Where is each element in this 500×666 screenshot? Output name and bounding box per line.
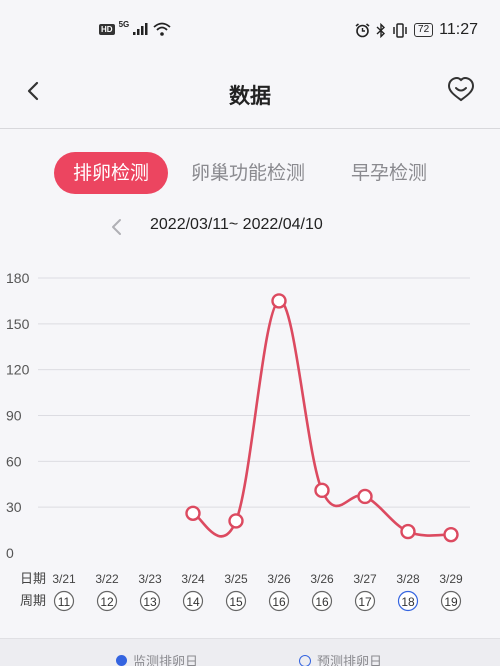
x-tick-label: 3/26: [267, 572, 291, 586]
status-bar: HD 5G 72 11:27: [0, 0, 500, 62]
x-tick-label: 3/24: [181, 572, 205, 586]
bluetooth-icon: [376, 22, 386, 38]
legend-predicted: 预测排卵日: [299, 651, 382, 666]
legend-predicted-label: 预测排卵日: [317, 655, 383, 666]
cycle-day-label: 15: [229, 595, 243, 609]
data-point: [443, 526, 459, 543]
cycle-day-label: 13: [143, 595, 157, 609]
date-row-label: 日期: [20, 572, 46, 587]
clock: 11:27: [439, 21, 478, 38]
legend-monitored: 监测排卵日: [116, 651, 198, 666]
x-tick-label: 3/25: [224, 572, 248, 586]
series-line: [192, 299, 452, 538]
cycle-day-label: 14: [186, 595, 200, 609]
battery-icon: 72: [414, 23, 434, 37]
x-tick-label: 3/29: [439, 572, 463, 586]
header-divider: [0, 128, 500, 129]
cycle-day-label: 12: [100, 595, 114, 609]
cycle-day-label: 11: [58, 595, 71, 609]
x-tick-label: 3/27: [353, 572, 377, 586]
x-tick-label: 3/23: [138, 572, 162, 586]
page-title: 数据: [229, 84, 271, 108]
wifi-icon: [153, 22, 171, 36]
tab-early-pregnancy-test[interactable]: 早孕检测: [351, 152, 427, 194]
y-tick-label: 150: [6, 316, 30, 332]
previous-range-icon[interactable]: [107, 216, 127, 238]
hd-badge: HD: [99, 23, 115, 35]
feedback-smile-icon[interactable]: [446, 74, 476, 104]
data-point: [357, 488, 373, 505]
data-point: [185, 505, 201, 521]
cycle-day-label: 16: [315, 595, 329, 609]
y-tick-label: 120: [6, 362, 30, 378]
top-bar: 数据: [0, 62, 500, 128]
filled-dot-icon: [116, 655, 127, 666]
cycle-day-label: 18: [401, 595, 415, 609]
tab-ovarian-function-test[interactable]: 卵巢功能检测: [191, 152, 305, 194]
status-right: 72 11:27: [355, 21, 478, 39]
signal-icon: [133, 23, 148, 35]
signal-label: 5G: [118, 19, 130, 29]
ring-dot-icon: [299, 654, 311, 666]
data-point: [314, 482, 330, 499]
y-tick-label: 180: [6, 270, 30, 286]
legend-monitored-label: 监测排卵日: [133, 655, 199, 666]
x-tick-label: 3/26: [310, 572, 334, 586]
cycle-row-label: 周期: [20, 594, 46, 609]
status-left: HD 5G: [99, 19, 171, 36]
chart-canvas: 0 30 60 90 120 150 180 日期周期 3/21 3/22 3/23 3/24 3/25…: [6, 270, 470, 612]
x-tick-label: 3/28: [396, 572, 420, 586]
y-tick-label: 90: [6, 408, 22, 424]
ovulation-chart: 0 30 60 90 120 150 180 日期周期 3/21 3/22 3/23 3/24 3/25…: [0, 260, 500, 620]
data-point: [271, 293, 287, 309]
x-tick-label: 3/21: [52, 572, 76, 586]
data-point: [400, 523, 416, 540]
x-tick-label: 3/22: [95, 572, 119, 586]
tab-ovulation-test[interactable]: 排卵检测: [54, 152, 168, 194]
tab-bar: 排卵检测 卵巢功能检测 早孕检测: [0, 152, 500, 194]
y-tick-label: 30: [6, 499, 22, 515]
alarm-icon: [355, 22, 370, 37]
date-range-text: 2022/03/11~ 2022/04/10: [150, 216, 323, 233]
y-tick-label: 60: [6, 453, 22, 469]
legend-bar: 监测排卵日 预测排卵日: [0, 638, 500, 666]
date-range-selector: 2022/03/11~ 2022/04/10: [0, 212, 500, 242]
cycle-day-label: 17: [358, 595, 372, 609]
cycle-day-label: 16: [272, 595, 286, 609]
y-tick-label: 0: [6, 545, 14, 561]
data-point: [228, 513, 244, 529]
cycle-day-label: 19: [444, 595, 458, 609]
vibrate-icon: [393, 22, 407, 38]
